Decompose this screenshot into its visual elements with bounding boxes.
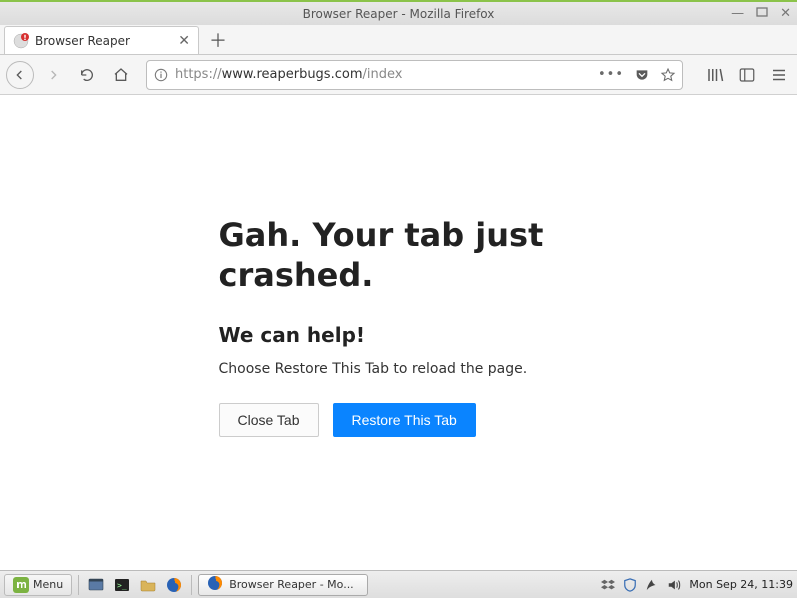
tab-active[interactable]: Browser Reaper ✕ <box>4 26 199 54</box>
crash-message-box: Gah. Your tab just crashed. We can help!… <box>219 215 579 570</box>
url-host: www.reaperbugs.com <box>222 67 363 82</box>
nav-home-button[interactable] <box>106 60 136 90</box>
sidebar-icon[interactable] <box>735 66 759 84</box>
start-menu-label: Menu <box>33 578 63 591</box>
dropbox-tray-icon[interactable] <box>601 578 615 592</box>
nav-forward-button[interactable] <box>38 60 68 90</box>
browser-toolbar: https://www.reaperbugs.com/index ••• <box>0 55 797 95</box>
tab-close-button[interactable]: ✕ <box>178 33 190 49</box>
updates-tray-icon[interactable] <box>645 578 659 592</box>
system-tray: Mon Sep 24, 11:39 <box>601 578 793 592</box>
new-tab-button[interactable]: ＋ <box>203 26 233 54</box>
restore-tab-button[interactable]: Restore This Tab <box>333 403 476 437</box>
url-bar[interactable]: https://www.reaperbugs.com/index ••• <box>146 60 683 90</box>
window-maximize-button[interactable] <box>754 4 770 24</box>
svg-text:>_: >_ <box>117 581 127 590</box>
volume-tray-icon[interactable] <box>667 578 681 592</box>
url-text[interactable]: https://www.reaperbugs.com/index <box>175 67 592 82</box>
desktop-taskbar: Menu >_ Browser Reaper - Mo... Mon Sep 2… <box>0 570 797 598</box>
window-controls: — ✕ <box>731 2 791 25</box>
close-tab-button[interactable]: Close Tab <box>219 403 319 437</box>
nav-reload-button[interactable] <box>72 60 102 90</box>
hamburger-menu-icon[interactable] <box>767 66 791 84</box>
taskbar-clock[interactable]: Mon Sep 24, 11:39 <box>689 578 793 591</box>
nav-back-button[interactable] <box>6 61 34 89</box>
window-close-button[interactable]: ✕ <box>780 6 791 21</box>
pocket-icon[interactable] <box>634 67 650 83</box>
window-titlebar: Browser Reaper - Mozilla Firefox — ✕ <box>0 0 797 25</box>
task-firefox-icon <box>207 575 223 594</box>
tab-title: Browser Reaper <box>35 34 130 48</box>
file-manager-launcher-icon[interactable] <box>137 574 159 596</box>
bookmark-star-icon[interactable] <box>660 67 676 83</box>
taskbar-divider-2 <box>191 575 192 595</box>
url-page-actions: ••• <box>598 67 676 83</box>
taskbar-task-firefox[interactable]: Browser Reaper - Mo... <box>198 574 368 596</box>
show-desktop-icon[interactable] <box>85 574 107 596</box>
url-path: /index <box>362 67 402 82</box>
page-content: Gah. Your tab just crashed. We can help!… <box>0 95 797 570</box>
terminal-launcher-icon[interactable]: >_ <box>111 574 133 596</box>
window-title: Browser Reaper - Mozilla Firefox <box>303 7 495 21</box>
window-minimize-button[interactable]: — <box>731 6 744 21</box>
shield-tray-icon[interactable] <box>623 578 637 592</box>
library-icon[interactable] <box>703 66 727 84</box>
task-firefox-label: Browser Reaper - Mo... <box>229 578 353 591</box>
firefox-launcher-icon[interactable] <box>163 574 185 596</box>
page-actions-menu-icon[interactable]: ••• <box>598 67 624 82</box>
start-menu-button[interactable]: Menu <box>4 574 72 596</box>
crash-buttons: Close Tab Restore This Tab <box>219 403 579 437</box>
taskbar-divider <box>78 575 79 595</box>
crash-heading: Gah. Your tab just crashed. <box>219 215 579 295</box>
tab-favicon-error-icon <box>13 33 29 49</box>
url-scheme: https:// <box>175 67 222 82</box>
crash-subheading: We can help! <box>219 323 579 347</box>
site-info-icon[interactable] <box>153 67 169 83</box>
mint-logo-icon <box>13 577 29 593</box>
toolbar-right <box>703 66 791 84</box>
crash-description: Choose Restore This Tab to reload the pa… <box>219 361 579 377</box>
tab-strip: Browser Reaper ✕ ＋ <box>0 25 797 55</box>
